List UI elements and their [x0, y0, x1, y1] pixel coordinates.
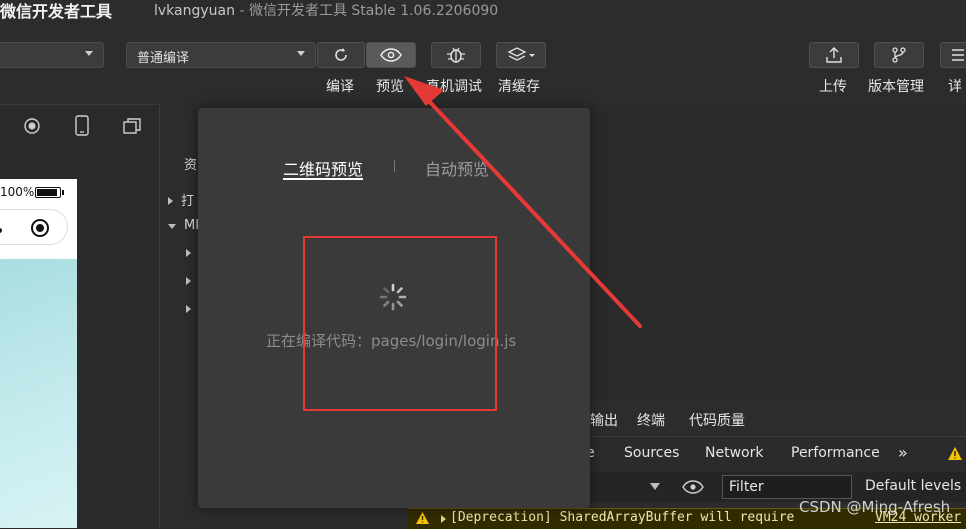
- tab-code-quality[interactable]: 代码质量: [689, 410, 745, 430]
- annotation-highlight-box: [303, 236, 497, 411]
- simulator-toolbar: [0, 104, 158, 145]
- upload-icon: [826, 47, 842, 63]
- tab-performance[interactable]: Performance: [791, 445, 880, 461]
- watermark: CSDN @Ming-Afresh: [799, 498, 951, 516]
- branch-icon: [892, 47, 906, 63]
- layers-icon: [507, 47, 535, 61]
- warning-icon[interactable]: [948, 447, 962, 460]
- tab-network[interactable]: Network: [705, 445, 763, 461]
- refresh-icon: [335, 48, 347, 61]
- details-label: 详: [948, 79, 962, 95]
- battery-icon: [35, 187, 61, 198]
- close-target-icon[interactable]: [31, 219, 49, 237]
- tab-output[interactable]: 输出: [590, 410, 618, 430]
- title-separator: -: [235, 3, 249, 19]
- tree-item-label: 打: [181, 194, 195, 209]
- bug-icon: [447, 47, 465, 63]
- clear-cache-button[interactable]: [496, 42, 546, 68]
- phone-icon[interactable]: [74, 115, 90, 137]
- compile-button[interactable]: [317, 42, 365, 68]
- editor-area: [590, 104, 966, 400]
- login-page-background: [0, 259, 77, 528]
- window-info: lvkangyuan - 微信开发者工具 Stable 1.06.2206090: [154, 0, 498, 20]
- phone-screen: 100%: [0, 179, 77, 528]
- tree-header: 资: [184, 158, 198, 173]
- file-tree: 资 打 MI: [159, 104, 200, 528]
- user-name: lvkangyuan: [154, 3, 235, 19]
- app-title: 微信开发者工具: [0, 2, 113, 21]
- menu-icon: [952, 49, 964, 61]
- chevron-down-icon: [168, 224, 176, 229]
- more-tabs-button[interactable]: »: [898, 443, 908, 462]
- chevron-right-icon: [186, 249, 191, 257]
- tree-item[interactable]: 打: [168, 190, 194, 209]
- phone-status-bar: 100%: [0, 179, 77, 205]
- upload-label: 上传: [819, 79, 847, 95]
- tree-item-label: MI: [184, 218, 200, 233]
- compile-mode-select[interactable]: 普通编译: [126, 42, 316, 68]
- preview-button[interactable]: [366, 42, 416, 68]
- version-management-label: 版本管理: [868, 79, 924, 95]
- remote-debug-button[interactable]: [431, 42, 481, 68]
- console-message-text: [Deprecation] SharedArrayBuffer will req…: [450, 510, 795, 525]
- battery-percentage: 100%: [0, 185, 35, 199]
- tree-item[interactable]: MI: [168, 218, 199, 233]
- bottom-panel-tabs: 输出 终端 代码质量: [590, 400, 966, 436]
- chevron-down-icon: [297, 51, 305, 56]
- chevron-right-icon: [168, 197, 173, 205]
- battery-tip: [62, 190, 64, 195]
- details-button[interactable]: [940, 42, 966, 68]
- active-tab-underline: [283, 178, 363, 180]
- context-dropdown-icon[interactable]: [650, 483, 660, 490]
- log-levels-select[interactable]: Default levels: [865, 478, 961, 494]
- filter-placeholder: Filter: [729, 479, 764, 495]
- tab-sources[interactable]: Sources: [624, 445, 679, 461]
- eye-icon: [380, 48, 402, 62]
- preview-label: 预览: [376, 79, 404, 95]
- project-select[interactable]: [0, 42, 104, 68]
- window-detach-icon[interactable]: [122, 116, 142, 136]
- title-bar: 微信开发者工具 lvkangyuan - 微信开发者工具 Stable 1.06…: [0, 0, 966, 28]
- compile-mode-value: 普通编译: [137, 51, 190, 66]
- clear-cache-label: 清缓存: [498, 79, 540, 95]
- devtools-tabs: e Sources Network Performance »: [576, 436, 966, 473]
- tab-terminal[interactable]: 终端: [637, 410, 665, 430]
- version-info: 微信开发者工具 Stable 1.06.2206090: [248, 3, 499, 19]
- warning-icon: [416, 512, 429, 524]
- version-management-button[interactable]: [874, 42, 924, 68]
- remote-debug-label: 真机调试: [426, 79, 482, 95]
- chevron-right-icon: [186, 305, 191, 313]
- chevron-down-icon: [85, 51, 93, 56]
- tab-qr-preview[interactable]: 二维码预览: [283, 156, 363, 180]
- chevron-right-icon: [186, 277, 191, 285]
- filter-input[interactable]: Filter: [722, 475, 852, 499]
- tab-auto-preview[interactable]: 自动预览: [425, 156, 489, 180]
- upload-button[interactable]: [809, 42, 859, 68]
- compile-label: 编译: [326, 79, 354, 95]
- expand-icon[interactable]: [441, 515, 446, 523]
- eye-icon[interactable]: [682, 480, 704, 494]
- record-icon[interactable]: [22, 116, 42, 136]
- tab-separator: [394, 160, 395, 172]
